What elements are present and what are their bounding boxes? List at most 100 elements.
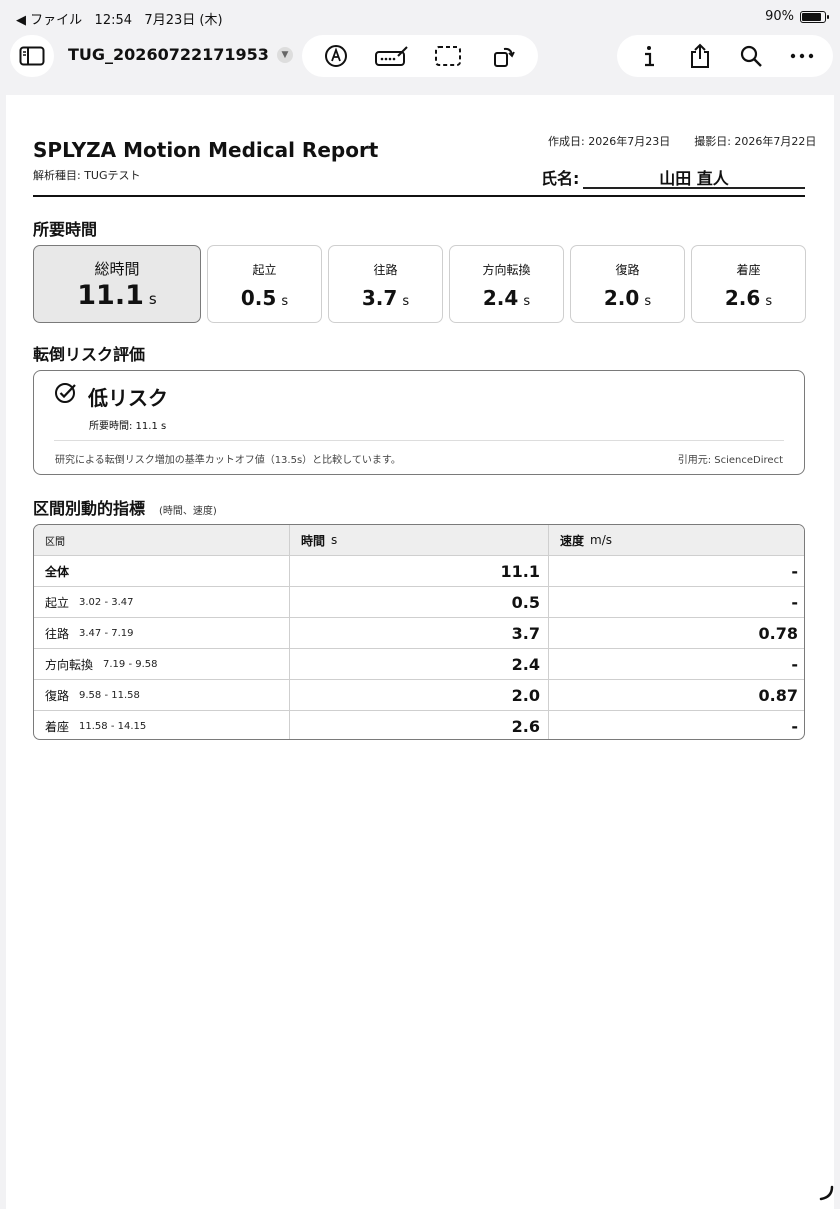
share-icon — [690, 43, 709, 68]
metric-value-wrap: 0.5 s — [208, 286, 321, 310]
table-row: 着座 11.58 - 14.15 2.6 - — [34, 711, 804, 739]
metric-label: 復路 — [615, 263, 640, 277]
status-bar: ◀ ファイル 12:54 7月23日 (木) 90% — [0, 0, 840, 34]
metric-return: 復路 2.0 s — [570, 245, 685, 323]
segments-heading: 区間別動的指標 — [33, 499, 146, 518]
row-section: 全体 — [45, 564, 70, 579]
header-time: 時間 s — [290, 525, 549, 555]
metric-value: 2.6 — [724, 286, 761, 310]
row-section: 着座 — [45, 720, 70, 734]
header-time-label: 時間 — [301, 533, 326, 548]
risk-time: 所要時間: 11.1 s — [89, 421, 167, 432]
row-range: 11.58 - 14.15 — [79, 721, 147, 732]
patient-name: 山田 直人 — [659, 169, 729, 188]
metric-value: 3.7 — [361, 286, 398, 310]
metric-label: 着座 — [736, 263, 761, 277]
metric-value-wrap: 2.4 s — [450, 286, 563, 310]
text-box-button[interactable] — [372, 38, 412, 74]
more-button[interactable] — [782, 38, 822, 74]
segments-heading-group: 区間別動的指標 (時間、速度) — [33, 495, 217, 519]
row-speed: - — [791, 561, 798, 581]
table-header-row: 区間 時間 s 速度 m/s — [34, 525, 804, 556]
table-row: 往路 3.47 - 7.19 3.7 0.78 — [34, 618, 804, 649]
back-to-files-link[interactable]: ◀ ファイル — [16, 13, 82, 28]
metric-outbound: 往路 3.7 s — [328, 245, 443, 323]
resize-corner-icon[interactable] — [818, 1185, 834, 1201]
select-area-button[interactable] — [428, 38, 468, 74]
row-time: 2.6 — [290, 711, 549, 739]
row-section-cell: 方向転換 7.19 - 9.58 — [34, 649, 290, 679]
document-title: TUG_20260722171953 — [68, 45, 269, 64]
row-speed: - — [791, 592, 798, 612]
metric-sit-down: 着座 2.6 s — [691, 245, 806, 323]
row-section: 方向転換 — [45, 657, 94, 672]
metric-unit: s — [765, 294, 773, 309]
table-row: 復路 9.58 - 11.58 2.0 0.87 — [34, 680, 804, 711]
risk-divider — [54, 440, 784, 441]
metric-stand-up: 起立 0.5 s — [207, 245, 322, 323]
rotate-button[interactable] — [484, 38, 524, 74]
row-section: 往路 — [45, 626, 70, 641]
sidebar-toggle-button[interactable] — [10, 35, 54, 77]
report-page: SPLYZA Motion Medical Report 解析種目: TUGテス… — [6, 95, 834, 1209]
markup-pen-button[interactable] — [316, 38, 356, 74]
battery-icon — [800, 10, 829, 23]
risk-card: 低リスク 所要時間: 11.1 s 研究による転倒リスク増加の基準カットオフ値（… — [33, 370, 805, 475]
header-divider — [33, 195, 805, 197]
chevron-down-icon: ▼ — [276, 46, 293, 63]
header-speed-label: 速度 — [560, 533, 585, 548]
report-dates: 作成日: 2026年7月23日 撮影日: 2026年7月22日 — [548, 133, 816, 149]
battery-percent: 90% — [765, 9, 794, 24]
metric-value: 2.0 — [603, 286, 640, 310]
metric-label: 方向転換 — [482, 263, 531, 277]
info-icon — [644, 46, 654, 67]
metric-value-wrap: 11.1 s — [34, 280, 200, 311]
status-date: 7月23日 (木) — [144, 13, 223, 28]
metric-label: 起立 — [252, 263, 277, 277]
search-icon — [740, 45, 762, 67]
created-date: 作成日: 2026年7月23日 — [548, 135, 671, 148]
segments-table: 区間 時間 s 速度 m/s 全体 11.1 - 起立 3.02 - 3.47 0.5… — [33, 524, 805, 740]
name-underline — [583, 187, 805, 189]
report-title: SPLYZA Motion Medical Report — [33, 138, 379, 162]
info-button[interactable] — [629, 38, 669, 74]
markup-pen-icon — [325, 45, 347, 67]
battery-fill — [802, 12, 821, 21]
row-range: 7.19 - 9.58 — [103, 658, 158, 670]
row-range: 9.58 - 11.58 — [79, 689, 140, 701]
row-time: 2.4 — [290, 649, 549, 679]
risk-level: 低リスク — [88, 386, 168, 410]
row-time: 0.5 — [290, 587, 549, 617]
status-left: ◀ ファイル 12:54 7月23日 (木) — [16, 9, 223, 28]
row-time: 2.0 — [290, 680, 549, 710]
row-section: 復路 — [45, 688, 70, 703]
search-button[interactable] — [731, 38, 771, 74]
metric-unit: s — [644, 294, 652, 309]
name-label: 氏名: — [541, 169, 580, 188]
metric-value-wrap: 2.6 s — [692, 286, 805, 310]
metric-value-wrap: 3.7 s — [329, 286, 442, 310]
metric-total: 総時間 11.1 s — [33, 245, 201, 323]
status-time: 12:54 — [94, 13, 133, 28]
risk-heading: 転倒リスク評価 — [33, 345, 146, 364]
document-title-menu[interactable]: TUG_20260722171953 ▼ — [68, 45, 293, 64]
text-box-icon — [375, 46, 408, 66]
row-section-cell: 着座 11.58 - 14.15 — [34, 711, 290, 739]
duration-heading: 所要時間 — [33, 220, 98, 239]
header-speed-unit: m/s — [590, 533, 612, 547]
table-row: 方向転換 7.19 - 9.58 2.4 - — [34, 649, 804, 680]
metric-value-wrap: 2.0 s — [571, 286, 684, 310]
more-icon — [790, 53, 813, 59]
table-row: 起立 3.02 - 3.47 0.5 - — [34, 587, 804, 618]
header-time-unit: s — [331, 533, 338, 547]
metric-value: 2.4 — [482, 286, 519, 310]
markup-tools — [302, 35, 538, 77]
metric-unit: s — [281, 294, 289, 309]
metric-value: 0.5 — [240, 286, 277, 310]
metric-turn: 方向転換 2.4 s — [449, 245, 564, 323]
metric-value: 11.1 — [77, 280, 144, 311]
share-button[interactable] — [680, 38, 720, 74]
header-speed: 速度 m/s — [549, 525, 804, 555]
table-row: 全体 11.1 - — [34, 556, 804, 587]
risk-note: 研究による転倒リスク増加の基準カットオフ値（13.5s）と比較しています。 — [55, 455, 401, 466]
